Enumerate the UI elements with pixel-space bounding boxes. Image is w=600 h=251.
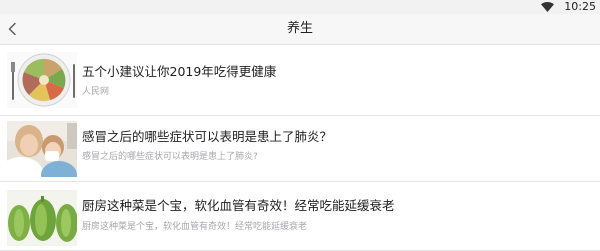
article-summary: 厨房这种菜是个宝，软化血管有奇效！经常吃能延缓衰老 <box>82 222 308 232</box>
wifi-icon <box>541 2 555 12</box>
article-title: 厨房这种菜是个宝，软化血管有奇效！经常吃能延缓衰老 <box>82 198 395 213</box>
status-indicators: 10:25 <box>541 0 596 14</box>
article-list: 五个小建议让你2019年吃得更健康 人民网 感冒之后的哪些症状可以表明是患上了肺… <box>0 45 600 251</box>
article-thumbnail <box>7 121 77 177</box>
article-item[interactable]: 感冒之后的哪些症状可以表明是患上了肺炎？ 感冒之后的哪些症状可以表明是患上了肺炎… <box>0 116 600 182</box>
article-summary: 感冒之后的哪些症状可以表明是患上了肺炎? <box>82 152 258 162</box>
status-bar: 10:25 <box>0 0 600 14</box>
article-title: 五个小建议让你2019年吃得更健康 <box>82 64 277 79</box>
page-title: 养生 <box>286 21 313 36</box>
article-source: 人民网 <box>82 87 110 97</box>
article-thumbnail <box>7 190 77 246</box>
article-thumbnail <box>7 52 77 108</box>
back-button[interactable] <box>2 18 24 40</box>
back-arrow-icon <box>8 22 16 36</box>
app-bar: 养生 <box>0 14 600 45</box>
article-item[interactable]: 厨房这种菜是个宝，软化血管有奇效！经常吃能延缓衰老 厨房这种菜是个宝，软化血管有… <box>0 182 600 251</box>
article-item[interactable]: 五个小建议让你2019年吃得更健康 人民网 <box>0 45 600 116</box>
article-title: 感冒之后的哪些症状可以表明是患上了肺炎？ <box>82 129 333 144</box>
status-time: 10:25 <box>564 0 596 13</box>
